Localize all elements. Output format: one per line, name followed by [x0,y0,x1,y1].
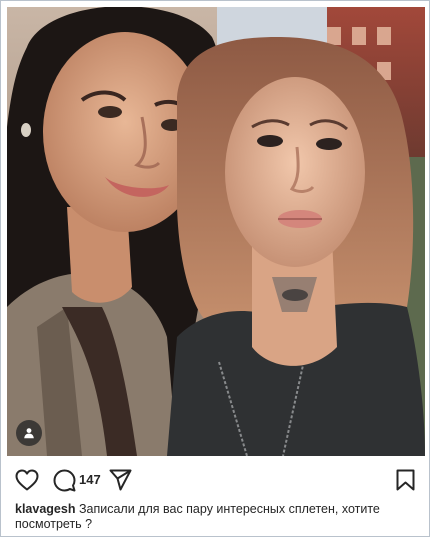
post-photo-illustration [7,7,425,456]
share-button[interactable] [109,467,132,493]
save-button[interactable] [396,467,415,493]
paper-plane-icon [109,469,132,491]
comment-button[interactable] [53,467,76,493]
caption-username[interactable]: klavagesh [15,502,75,516]
post-photo[interactable] [7,7,425,456]
post-caption: klavagesh Записали для вас пару интересн… [15,502,415,532]
user-tag-button[interactable] [16,420,42,446]
instagram-post: 147 klavagesh Записали для вас пару инте… [0,0,430,537]
heart-icon [15,469,39,491]
like-button[interactable] [15,467,39,493]
comment-bubble-icon [53,469,76,491]
action-bar: 147 [15,467,417,493]
user-tag-icon [24,428,34,439]
bookmark-icon [396,469,415,491]
comment-count: 147 [79,472,101,487]
